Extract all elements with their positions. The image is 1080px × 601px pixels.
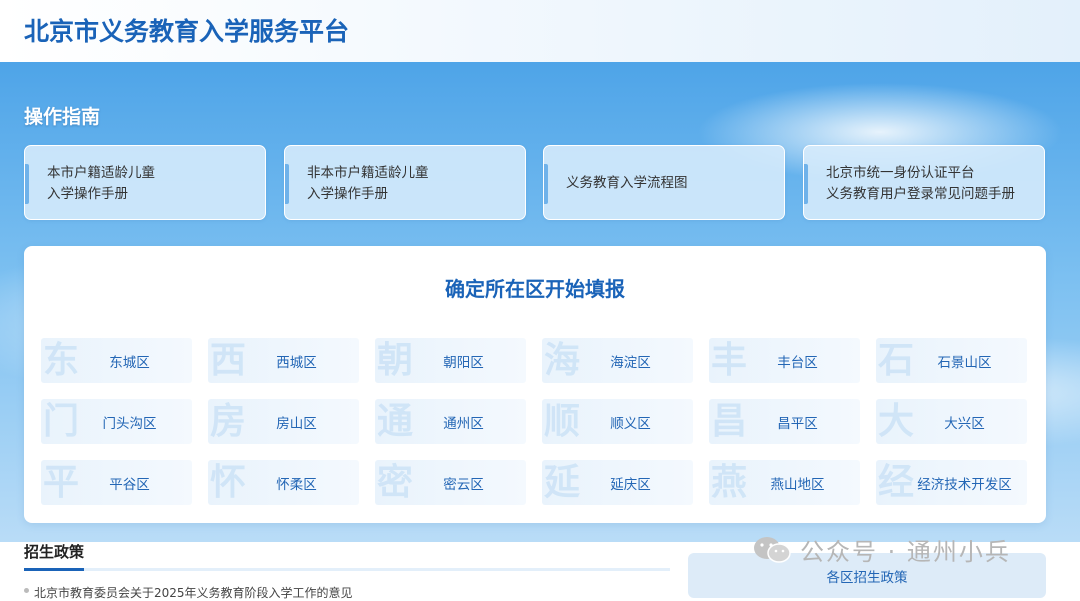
district-panel: 确定所在区开始填报 东 东城区 西 西城区 朝 朝阳区 海 海淀区 丰 丰台区 … — [24, 246, 1046, 523]
district-label: 东城区 — [109, 354, 150, 371]
district-label: 经济技术开发区 — [917, 476, 1012, 493]
district-button-shunyi[interactable]: 顺 顺义区 — [542, 399, 693, 444]
district-label: 丰台区 — [777, 354, 818, 371]
district-button-fengtai[interactable]: 丰 丰台区 — [709, 338, 860, 383]
card-accent-bar — [285, 164, 289, 204]
district-button-fangshan[interactable]: 房 房山区 — [208, 399, 359, 444]
card-accent-bar — [25, 164, 29, 204]
policy-section-divider — [24, 568, 670, 571]
district-button-dongcheng[interactable]: 东 东城区 — [41, 338, 192, 383]
district-panel-title: 确定所在区开始填报 — [445, 277, 625, 301]
district-button-yanqing[interactable]: 延 延庆区 — [542, 460, 693, 505]
district-label: 门头沟区 — [102, 415, 157, 432]
card-line-1: 北京市统一身份认证平台 — [826, 164, 975, 181]
district-label: 大兴区 — [944, 415, 985, 432]
policy-section-title: 招生政策 — [24, 543, 85, 561]
card-line-1: 本市户籍适龄儿童 — [47, 164, 155, 181]
guide-card-flowchart[interactable]: 义务教育入学流程图 — [543, 145, 785, 220]
guide-card-identity-auth[interactable]: 北京市统一身份认证平台 义务教育用户登录常见问题手册 — [803, 145, 1045, 220]
district-label: 昌平区 — [777, 415, 818, 432]
guide-card-nonlocal-children[interactable]: 非本市户籍适龄儿童 入学操作手册 — [284, 145, 526, 220]
district-button-shijingshan[interactable]: 石 石景山区 — [876, 338, 1027, 383]
district-button-chaoyang[interactable]: 朝 朝阳区 — [375, 338, 526, 383]
district-button-tongzhou[interactable]: 通 通州区 — [375, 399, 526, 444]
district-button-economic-dev-zone[interactable]: 经 经济技术开发区 — [876, 460, 1027, 505]
district-label: 房山区 — [276, 415, 317, 432]
district-label: 通州区 — [443, 415, 484, 432]
card-line-2: 入学操作手册 — [47, 185, 128, 202]
district-label: 海淀区 — [610, 354, 651, 371]
district-label: 延庆区 — [610, 476, 651, 493]
top-header: 北京市义务教育入学服务平台 — [0, 0, 1080, 62]
district-policy-label: 各区招生政策 — [826, 570, 908, 586]
card-line-1: 义务教育入学流程图 — [566, 175, 688, 191]
district-button-pinggu[interactable]: 平 平谷区 — [41, 460, 192, 505]
district-label: 怀柔区 — [276, 476, 317, 493]
card-accent-bar — [804, 164, 808, 204]
district-button-daxing[interactable]: 大 大兴区 — [876, 399, 1027, 444]
wechat-icon — [754, 536, 791, 563]
policy-divider-active — [24, 568, 84, 571]
site-title: 北京市义务教育入学服务平台 — [24, 17, 350, 46]
district-label: 燕山地区 — [770, 476, 825, 493]
district-button-miyun[interactable]: 密 密云区 — [375, 460, 526, 505]
district-button-haidian[interactable]: 海 海淀区 — [542, 338, 693, 383]
district-button-yanshan[interactable]: 燕 燕山地区 — [709, 460, 860, 505]
district-label: 顺义区 — [610, 415, 651, 432]
watermark-text: 公众号 · 通州小兵 — [800, 538, 1011, 566]
district-button-huairou[interactable]: 怀 怀柔区 — [208, 460, 359, 505]
district-button-xicheng[interactable]: 西 西城区 — [208, 338, 359, 383]
policy-list-item[interactable]: 北京市教育委员会关于2025年义务教育阶段入学工作的意见 — [34, 584, 353, 601]
district-label: 石景山区 — [937, 354, 992, 371]
district-label: 密云区 — [443, 476, 484, 493]
card-accent-bar — [544, 164, 548, 204]
guide-section-title: 操作指南 — [24, 106, 101, 128]
district-button-changping[interactable]: 昌 昌平区 — [709, 399, 860, 444]
district-button-mentougou[interactable]: 门 门头沟区 — [41, 399, 192, 444]
watermark: 公众号 · 通州小兵 — [752, 532, 1011, 567]
district-label: 朝阳区 — [443, 354, 484, 371]
district-label: 西城区 — [276, 354, 317, 371]
card-line-2: 义务教育用户登录常见问题手册 — [826, 185, 1015, 202]
policy-item-bullet — [24, 588, 29, 593]
card-line-2: 入学操作手册 — [307, 185, 388, 202]
district-label: 平谷区 — [109, 476, 150, 493]
card-line-1: 非本市户籍适龄儿童 — [307, 164, 429, 181]
guide-card-local-children[interactable]: 本市户籍适龄儿童 入学操作手册 — [24, 145, 266, 220]
